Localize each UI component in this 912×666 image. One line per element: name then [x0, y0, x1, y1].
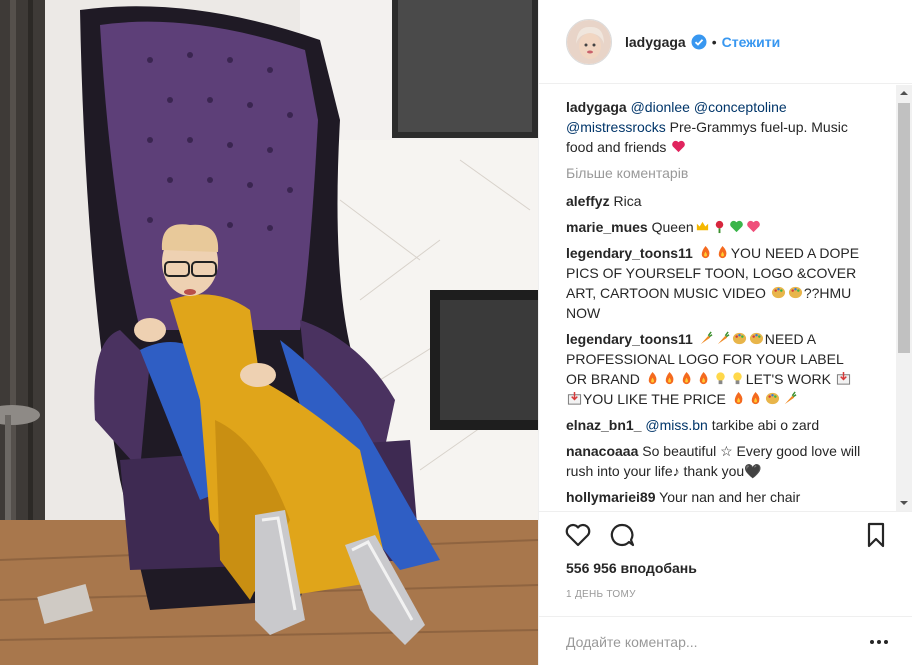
heart-icon[interactable] — [563, 520, 595, 552]
post-header: ladygaga • Стежити — [539, 0, 912, 84]
carrot-icon — [784, 391, 797, 405]
rose-icon — [715, 220, 723, 234]
fire-icon — [648, 371, 657, 385]
post-author-username[interactable]: ladygaga — [625, 34, 686, 50]
fire-icon — [682, 371, 691, 385]
likes-count[interactable]: 556 956 вподобань — [566, 560, 697, 576]
comment-username[interactable]: marie_mues — [566, 219, 648, 235]
fire-icon — [718, 245, 727, 259]
follow-button[interactable]: Стежити — [722, 34, 781, 50]
scroll-up-arrow-icon[interactable] — [896, 85, 912, 101]
comment-text: tarkibe abi o zard — [711, 417, 820, 433]
comment-username[interactable]: hollymariei89 — [566, 489, 656, 505]
add-comment-section — [539, 616, 912, 666]
separator-dot: • — [711, 33, 717, 50]
caption-mention[interactable]: @conceptoline — [694, 99, 787, 115]
comment-item: marie_mues Queen — [566, 217, 866, 237]
avatar-image — [567, 19, 611, 64]
comment-mention[interactable]: @miss.bn — [645, 417, 707, 433]
comments-scrollbar[interactable] — [896, 85, 912, 511]
comment-username[interactable]: aleffyz — [566, 193, 610, 209]
comment-username[interactable]: elnaz_bn1_ — [566, 417, 641, 433]
comment-username[interactable]: legendary_toons11 — [566, 331, 693, 347]
inbox-icon — [836, 371, 850, 385]
pink-heart-icon — [746, 220, 760, 233]
comment-username[interactable]: nanacoaaa — [566, 443, 638, 459]
bulb-icon — [733, 372, 742, 385]
fire-icon — [665, 371, 674, 385]
comment-item: legendary_toons11 YOU NEED A DOPE PICS O… — [566, 243, 866, 323]
inbox-icon — [567, 391, 582, 405]
comment-text-tail: LET'S WORK — [745, 371, 831, 387]
fire-icon — [751, 391, 760, 405]
palette-icon — [771, 286, 785, 299]
post-photo[interactable] — [0, 0, 538, 665]
scroll-down-arrow-icon[interactable] — [896, 495, 912, 511]
post-sidebar: ladygaga • Стежити ladygaga @dionlee @co… — [538, 0, 912, 665]
green-heart-icon — [729, 220, 743, 233]
comments-list[interactable]: ladygaga @dionlee @conceptoline @mistres… — [539, 85, 912, 511]
crown-icon — [696, 221, 708, 231]
fire-icon — [701, 245, 710, 259]
palette-icon — [749, 332, 763, 345]
caption-username[interactable]: ladygaga — [566, 99, 627, 115]
comment-text: Queen — [651, 219, 694, 235]
caption-mention[interactable]: @dionlee — [631, 99, 690, 115]
comment-text: Rica — [613, 193, 642, 209]
palette-icon — [788, 286, 802, 299]
carrot-icon — [717, 331, 730, 345]
post-timestamp[interactable]: 1 ДЕНЬ ТОМУ — [566, 589, 636, 600]
fire-icon — [734, 391, 743, 405]
comment-text: Your nan and her chair — [659, 489, 801, 505]
verified-badge-icon — [691, 34, 707, 50]
bookmark-icon[interactable] — [861, 520, 893, 552]
caption-mention[interactable]: @mistressrocks — [566, 119, 666, 135]
load-more-comments-button[interactable]: Більше коментарів — [566, 165, 866, 181]
comment-text-tail2: YOU LIKE THE PRICE — [583, 391, 726, 407]
red-heart-icon — [672, 140, 686, 153]
scrollbar-thumb[interactable] — [898, 103, 910, 353]
avatar[interactable] — [566, 18, 612, 65]
comment-username[interactable]: legendary_toons11 — [566, 245, 693, 261]
action-icons — [561, 520, 897, 554]
bulb-icon — [716, 372, 725, 385]
photo-illustration — [0, 0, 538, 665]
more-icon[interactable] — [867, 631, 891, 653]
comment-item: hollymariei89 Your nan and her chair — [566, 487, 866, 507]
comment-item: nanacoaaa So beautiful ☆ Every good love… — [566, 441, 866, 481]
fire-icon — [699, 371, 708, 385]
comment-input[interactable] — [566, 631, 846, 653]
post-caption: ladygaga @dionlee @conceptoline @mistres… — [566, 97, 866, 157]
comment-item: legendary_toons11 NEED A PROFESSIONAL LO… — [566, 329, 866, 409]
palette-icon — [765, 392, 779, 405]
comment-item: elnaz_bn1_ @miss.bn tarkibe abi o zard — [566, 415, 866, 435]
post-actions: 556 956 вподобань 1 ДЕНЬ ТОМУ — [539, 511, 912, 653]
palette-icon — [732, 332, 746, 345]
comment-icon[interactable] — [607, 520, 639, 552]
comment-item: aleffyz Rica — [566, 191, 866, 211]
carrot-icon — [700, 331, 713, 345]
